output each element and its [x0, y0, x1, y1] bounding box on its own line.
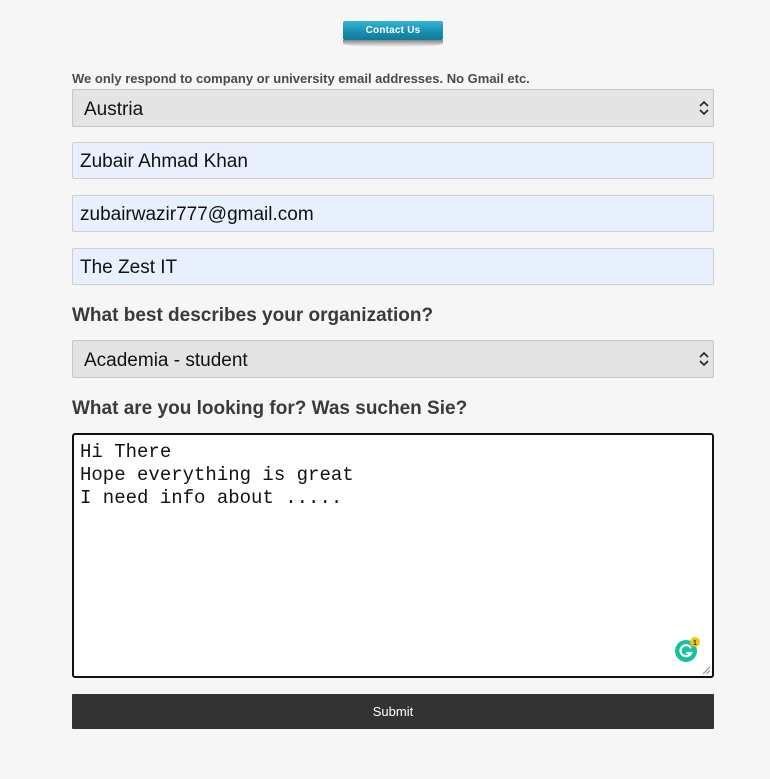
contact-us-logo-text: Contact Us [343, 21, 443, 40]
select-arrows-icon [699, 101, 709, 115]
email-input-value: zubairwazir777@gmail.com [80, 204, 314, 225]
email-notice: We only respond to company or university… [72, 71, 530, 86]
organization-label: What best describes your organization? [72, 305, 434, 326]
resize-grip-icon[interactable] [702, 666, 711, 675]
organization-select-value: Academia - student [84, 350, 248, 371]
name-input-value: Zubair Ahmad Khan [80, 151, 248, 172]
textarea-line: Hope everything is great [80, 464, 354, 486]
email-input[interactable]: zubairwazir777@gmail.com [72, 195, 714, 232]
country-select-value: Austria [84, 99, 144, 120]
submit-button[interactable]: Submit [72, 694, 714, 729]
grammarly-icon[interactable]: 1 [674, 637, 700, 663]
grammarly-badge-count: 1 [693, 640, 697, 647]
textarea-line: I need info about ..... [80, 487, 343, 509]
contact-us-logo: Contact Us [343, 21, 443, 47]
select-arrows-icon [699, 352, 709, 366]
logo-reflection [343, 40, 443, 47]
name-input[interactable]: Zubair Ahmad Khan [72, 142, 714, 179]
country-select[interactable]: Austria [72, 89, 714, 127]
company-input-value: The Zest IT [80, 257, 178, 278]
looking-for-textarea[interactable]: Hi There Hope everything is great I need… [72, 433, 714, 678]
company-input[interactable]: The Zest IT [72, 248, 714, 285]
textarea-line: Hi There [80, 441, 172, 463]
looking-for-label: What are you looking for? Was suchen Sie… [72, 398, 468, 419]
organization-select[interactable]: Academia - student [72, 340, 714, 378]
